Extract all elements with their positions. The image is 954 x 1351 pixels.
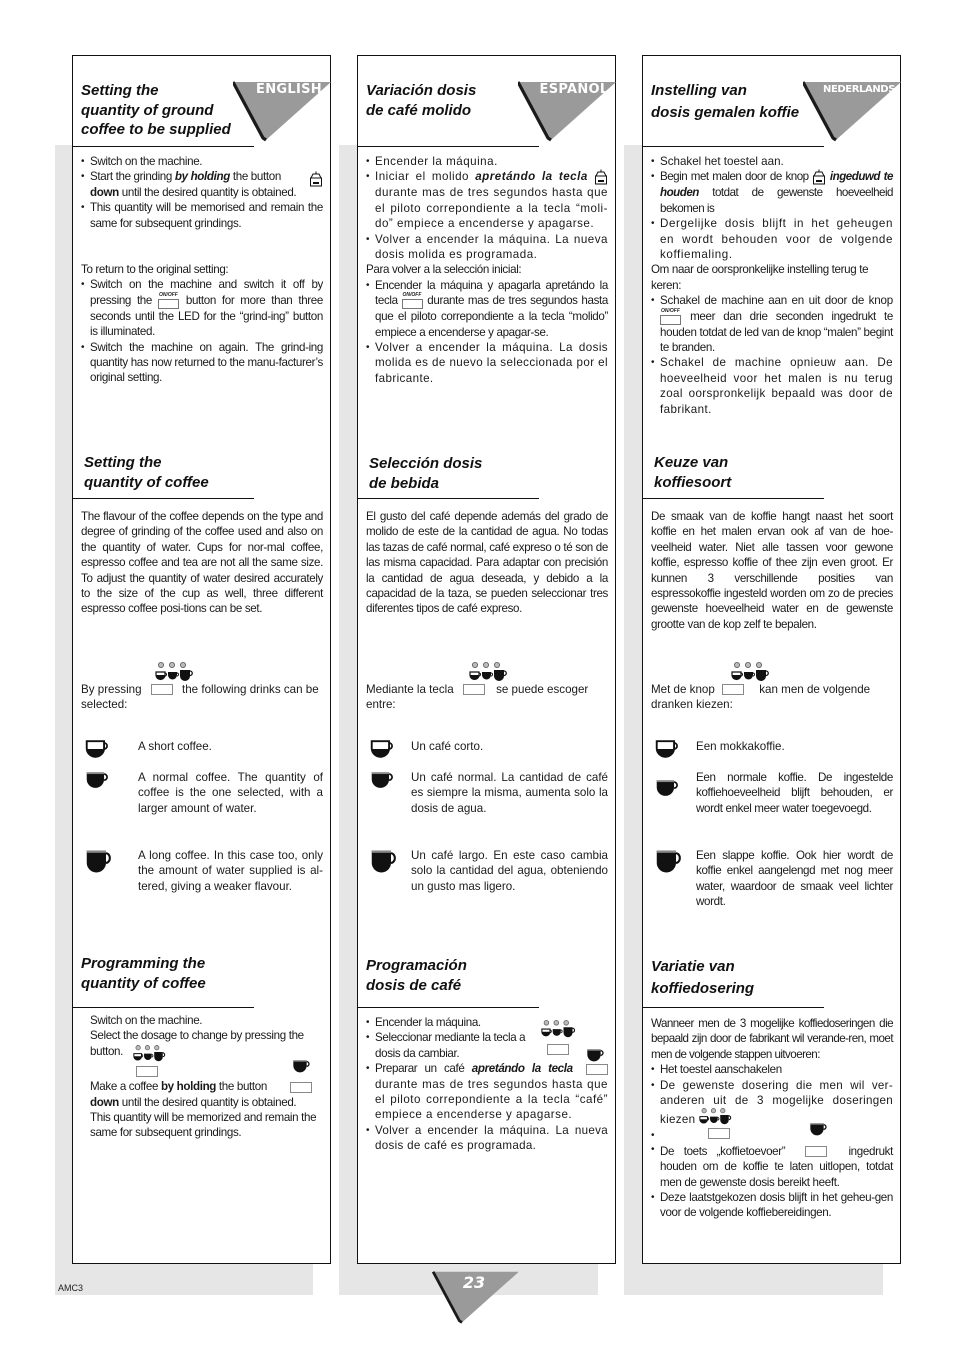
list-item [651, 1127, 893, 1143]
section-body-coffee-quantity: The flavour of the coffee depends on the… [81, 510, 323, 616]
list-item: Preparar un café apretándo la tecla dura… [366, 1061, 608, 1123]
reset-intro: Om naar de oorspronkelijke instelling te… [651, 263, 869, 292]
selector-sentence: Mediante la tecla se puede escoger entre… [366, 662, 608, 713]
cup-size-selector-icon [699, 1108, 733, 1127]
cup-size-selector-icon [731, 662, 771, 684]
short-cup-icon [370, 739, 396, 759]
short-cup-icon [85, 739, 111, 759]
reset-intro: Para volver a la selección inicial: [366, 263, 522, 277]
cup-size-button[interactable] [722, 684, 745, 696]
grinder-button-icon [594, 169, 608, 185]
list-item: Schakel de machine opnieuw aan. De hoeve… [651, 355, 893, 417]
selector-sentence: By pressing the following drinks can be … [81, 662, 323, 713]
list-item: Volver a encender la máquina. La nueva d… [366, 232, 608, 263]
selector-sentence: Met de knop kan men de volgende dranken … [651, 662, 893, 713]
list-item: Iniciar el molido apretándo la tecla dur… [366, 169, 608, 231]
cup-size-selector-icon [155, 662, 195, 684]
section-title-programming: Programación dosis de café [366, 957, 467, 994]
on-off-button-icon: ON/OFF [157, 292, 180, 309]
cup-size-selector-icon [469, 662, 509, 684]
normal-cup-icon [655, 778, 681, 800]
section-divider [72, 1007, 254, 1008]
section-title-coffee-quantity: Setting the quantity of coffee [84, 454, 209, 491]
section-title-drink-selection: Selección dosis de bebida [369, 455, 483, 492]
on-off-button-icon: ON/OFF [401, 292, 424, 310]
long-cup-icon [655, 848, 683, 876]
coffee-dispense-button[interactable] [586, 1063, 608, 1075]
column-spanish: ESPAÑOL Variación dosis de café molido E… [357, 55, 616, 1264]
grinder-button-icon [309, 171, 323, 187]
grinder-button-icon [812, 169, 826, 185]
list-item: Begin met malen door de knop ingeduwd te… [651, 169, 894, 216]
section-divider [72, 498, 254, 499]
list-item: Switch on the machine and switch it off … [81, 277, 323, 339]
list-item: Deze laatstgekozen dosis blijft in het g… [651, 1190, 893, 1221]
language-tab-english: ENGLISH [233, 80, 331, 144]
section-title-grind-quantity: Instelling van dosis gemalen koffie [651, 82, 800, 121]
cup-size-button[interactable] [136, 1066, 158, 1078]
coffee-dispense-button[interactable] [804, 1146, 827, 1158]
list-item: Het toestel aanschakelen [651, 1062, 893, 1078]
section-divider [642, 1007, 824, 1008]
cup-size-button[interactable] [462, 684, 485, 696]
section-body-grind-quantity: Encender la máquina. Iniciar el molido a… [366, 154, 608, 386]
page-number-badge: 23 [428, 1270, 524, 1326]
list-item: Encender la máquina y apagarla apretándo… [366, 278, 608, 340]
coffee-dispense-icon [809, 1120, 829, 1140]
cup-size-selector-icon [133, 1045, 167, 1064]
page-number: 23 [462, 1273, 486, 1292]
section-title-coffee-choice: Keuze van koffiesoort [654, 454, 732, 491]
section-title-programming: Programming the quantity of coffee [81, 955, 206, 992]
list-item: Volver a encender la máquina. La dosis m… [366, 340, 608, 386]
section-divider [357, 146, 539, 147]
short-cup-icon [655, 739, 681, 759]
section-body-programming: Switch on the machine. Select the dosage… [90, 1014, 317, 1140]
language-tab-dutch: NEDERLANDS [803, 80, 901, 144]
footer-model-code: AMC3 [58, 1283, 84, 1293]
long-cup-icon [370, 848, 398, 876]
long-cup-icon [85, 848, 113, 876]
language-tab-spanish: ESPAÑOL [518, 80, 616, 144]
list-item: This quantity will be memorised and rema… [81, 200, 323, 231]
section-body-coffee-choice: De smaak van de koffie hangt naast het s… [651, 510, 893, 631]
language-label: ENGLISH [256, 82, 322, 97]
list-item: Switch on the machine. [81, 154, 323, 170]
list-item: Encender la máquina. [366, 1015, 608, 1031]
language-label: NEDERLANDS [822, 84, 896, 95]
list-item: Dergelijke dosis blijft in het geheugen … [651, 216, 893, 262]
section-divider [642, 146, 824, 147]
list-item: Encender la máquina. [366, 154, 608, 170]
section-title-grind-quantity: Variación dosis de café molido [366, 82, 477, 119]
column-english: ENGLISH Setting the quantity of ground c… [72, 55, 331, 1264]
list-item: Volver a encender la máquina. La nueva d… [366, 1123, 608, 1154]
section-title-coffee-dosing: Variatie van koffiedosering [651, 958, 755, 997]
list-item: De gewenste dosering die men wil ver-and… [651, 1078, 893, 1128]
reset-intro: To return to the original setting: [81, 263, 229, 277]
list-item: Schakel het toestel aan. [651, 154, 893, 170]
normal-cup-icon [370, 770, 396, 792]
cup-size-button[interactable] [150, 684, 173, 696]
list-item: Schakel de machine aan en uit door de kn… [651, 293, 893, 355]
list-item: Seleccionar mediante la tecla a dosis da… [366, 1030, 608, 1061]
coffee-dispense-icon [292, 1057, 312, 1077]
section-divider [72, 146, 254, 147]
normal-cup-icon [85, 770, 111, 792]
on-off-button-icon: ON/OFF [660, 308, 682, 325]
list-item: Switch the machine on again. The grind-i… [81, 340, 323, 386]
column-dutch: NEDERLANDS Instelling van dosis gemalen … [642, 55, 901, 1264]
section-divider [357, 1007, 539, 1008]
section-body-programming: Encender la máquina. Seleccionar mediant… [366, 1015, 608, 1154]
section-body-grind-quantity: Switch on the machine. Start the grindin… [81, 154, 323, 386]
section-body-drink-selection: El gusto del café depende además del gra… [366, 510, 608, 616]
list-item: De toets „koffietoevoer” ingedrukt houde… [651, 1142, 893, 1190]
cup-size-button[interactable] [708, 1127, 730, 1139]
section-body-coffee-dosing: Wanneer men de 3 mogelijke koffiedoserin… [651, 1016, 894, 1221]
section-title-grind-quantity: Setting the quantity of ground coffee to… [81, 82, 231, 138]
language-label: ESPAÑOL [539, 82, 609, 97]
section-divider [642, 498, 824, 499]
list-item: Start the grinding by holding the button… [81, 169, 323, 200]
section-body-grind-quantity: Schakel het toestel aan. Begin met malen… [651, 154, 894, 417]
coffee-dispense-button[interactable] [289, 1081, 312, 1093]
section-divider [357, 498, 539, 499]
